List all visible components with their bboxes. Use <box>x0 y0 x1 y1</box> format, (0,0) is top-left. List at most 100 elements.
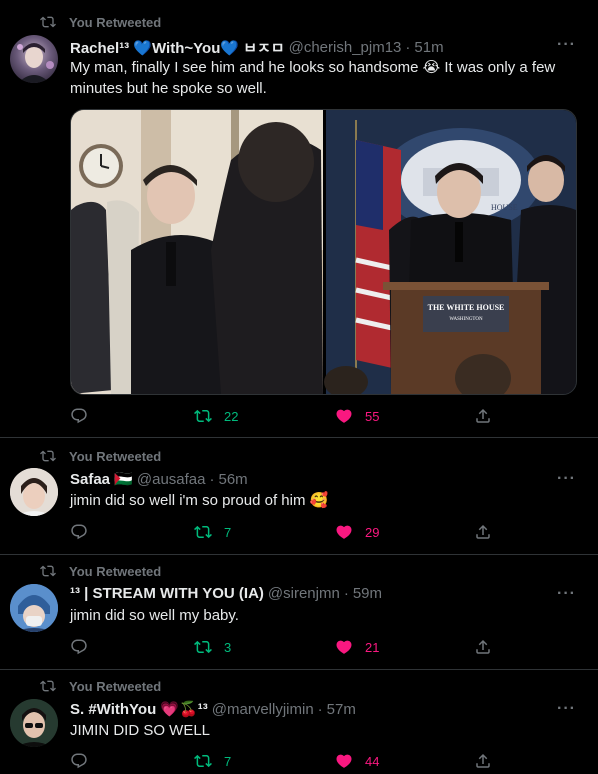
tweet-actions: 7 29 <box>70 523 505 543</box>
retweet-icon <box>194 407 212 425</box>
retweet-label: You Retweeted <box>69 563 162 579</box>
like-button[interactable]: 29 <box>335 523 379 541</box>
display-name[interactable]: ¹³ | STREAM WITH YOU (IA) <box>70 585 264 602</box>
separator-dot: · <box>343 585 349 602</box>
reply-button[interactable] <box>70 407 88 425</box>
share-icon <box>474 638 492 656</box>
separator-dot: · <box>405 39 411 56</box>
retweet-icon <box>194 523 212 541</box>
retweet-button[interactable]: 22 <box>194 407 238 425</box>
share-icon <box>474 523 492 541</box>
like-button[interactable]: 55 <box>335 407 379 425</box>
retweet-icon <box>194 638 212 656</box>
avatar-photo <box>10 468 58 516</box>
avatar-photo <box>17 43 54 83</box>
share-button[interactable] <box>474 407 492 425</box>
reply-icon <box>70 407 88 425</box>
tweet-header: Rachel¹³ 💙With~You💙 ㅂㅈㅁ @cherish_pjm13 ·… <box>70 37 444 58</box>
retweet-context: You Retweeted <box>40 14 161 30</box>
heart-icon <box>335 407 353 425</box>
timestamp[interactable]: 51m <box>414 39 443 56</box>
retweet-button[interactable]: 7 <box>194 752 231 770</box>
retweet-button[interactable]: 7 <box>194 523 231 541</box>
share-icon <box>474 752 492 770</box>
handle[interactable]: @sirenjmn <box>268 585 340 602</box>
reply-icon <box>70 523 88 541</box>
display-name[interactable]: Rachel¹³ 💙With~You💙 ㅂㅈㅁ <box>70 37 285 58</box>
retweet-icon <box>194 752 212 770</box>
retweet-count: 22 <box>224 408 239 424</box>
retweet-count: 3 <box>224 639 232 655</box>
retweet-button[interactable]: 3 <box>194 638 231 656</box>
tweet-text: jimin did so well my baby. <box>70 607 239 624</box>
tweet-header: S. #WithYou 💗🍒¹³ @marvellyjimin · 57m <box>70 700 356 719</box>
heart-icon <box>335 752 353 770</box>
display-name[interactable]: S. #WithYou 💗🍒¹³ <box>70 700 208 718</box>
like-count: 44 <box>365 753 380 769</box>
timestamp[interactable]: 59m <box>353 585 382 602</box>
tweet-media[interactable]: HOUSE THE WHITE HOUSE WASHINGTON <box>70 109 577 395</box>
reply-button[interactable] <box>70 752 88 770</box>
tweet-text: jimin did so well i'm so proud of him 🥰 <box>70 492 329 509</box>
retweet-icon <box>40 448 56 464</box>
like-count: 55 <box>365 408 380 424</box>
share-button[interactable] <box>474 523 492 541</box>
retweet-context: You Retweeted <box>40 678 161 694</box>
tweet-text: JIMIN DID SO WELL <box>70 722 211 739</box>
reply-button[interactable] <box>70 638 88 656</box>
like-count: 29 <box>365 524 380 540</box>
timestamp[interactable]: 56m <box>218 471 247 488</box>
separator-dot: · <box>317 700 323 718</box>
reply-icon <box>70 638 88 656</box>
avatar-photo <box>10 699 58 747</box>
retweet-count: 7 <box>224 753 232 769</box>
retweet-icon <box>40 563 56 579</box>
avatar[interactable] <box>10 468 58 516</box>
retweet-label: You Retweeted <box>69 448 162 464</box>
retweet-count: 7 <box>224 524 232 540</box>
retweet-label: You Retweeted <box>69 678 162 694</box>
avatar-photo <box>10 584 58 632</box>
like-count: 21 <box>365 639 380 655</box>
retweet-icon <box>40 14 56 30</box>
tweet-4[interactable]: You Retweeted S. #WithYou 💗🍒¹³ @marvelly… <box>0 670 598 774</box>
display-name[interactable]: Safaa 🇵🇸 <box>70 470 133 488</box>
retweet-label: You Retweeted <box>69 14 162 30</box>
handle[interactable]: @cherish_pjm13 <box>289 39 402 56</box>
handle[interactable]: @marvellyjimin <box>212 701 314 718</box>
avatar[interactable] <box>10 699 58 747</box>
podium-line2: WASHINGTON <box>449 317 483 322</box>
reply-icon <box>70 752 88 770</box>
retweet-icon <box>40 678 56 694</box>
like-button[interactable]: 44 <box>335 752 379 770</box>
tweet-text: My man, finally I see him and he looks s… <box>70 59 556 97</box>
retweet-context: You Retweeted <box>40 563 161 579</box>
media-photos: HOUSE THE WHITE HOUSE WASHINGTON <box>71 110 576 394</box>
more-icon[interactable]: ··· <box>557 585 576 603</box>
share-icon <box>474 407 492 425</box>
avatar[interactable] <box>10 35 58 83</box>
share-button[interactable] <box>474 752 492 770</box>
tweet-header: Safaa 🇵🇸 @ausafaa · 56m <box>70 470 248 489</box>
share-button[interactable] <box>474 638 492 656</box>
tweet-actions: 7 44 <box>70 752 505 772</box>
tweet-actions: 22 55 <box>70 407 505 427</box>
heart-icon <box>335 638 353 656</box>
tweet-actions: 3 21 <box>70 638 505 658</box>
tweet-2[interactable]: You Retweeted Safaa 🇵🇸 @ausafaa · 56m ··… <box>0 438 598 555</box>
separator-dot: · <box>209 470 215 488</box>
more-icon[interactable]: ··· <box>557 470 576 488</box>
tweet-header: ¹³ | STREAM WITH YOU (IA) @sirenjmn · 59… <box>70 585 382 602</box>
more-icon[interactable]: ··· <box>557 700 576 718</box>
reply-button[interactable] <box>70 523 88 541</box>
avatar[interactable] <box>10 584 58 632</box>
more-icon[interactable]: ··· <box>557 36 576 54</box>
timestamp[interactable]: 57m <box>327 701 356 718</box>
backdrop-text: HOUSE <box>491 203 518 212</box>
tweet-3[interactable]: You Retweeted ¹³ | STREAM WITH YOU (IA) … <box>0 555 598 670</box>
handle[interactable]: @ausafaa <box>137 471 206 488</box>
retweet-context: You Retweeted <box>40 448 161 464</box>
podium-line1: THE WHITE HOUSE <box>428 303 505 312</box>
tweet-1[interactable]: You Retweeted Rachel¹³ 💙With~You💙 ㅂㅈㅁ @c… <box>0 0 598 438</box>
like-button[interactable]: 21 <box>335 638 379 656</box>
